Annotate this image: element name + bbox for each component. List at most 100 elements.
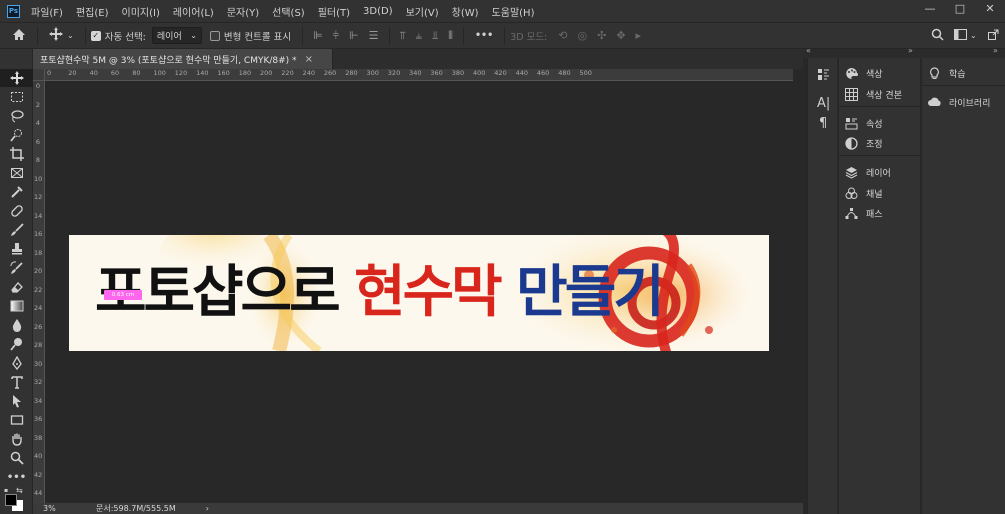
crop-tool[interactable]	[0, 145, 33, 163]
menu-layer[interactable]: 레이어(L)	[173, 4, 214, 19]
menu-edit[interactable]: 편집(E)	[76, 4, 109, 19]
ruler-tick-label: 38	[34, 433, 43, 442]
eraser-tool[interactable]	[0, 278, 33, 296]
ruler-tick-label: 340	[409, 69, 422, 77]
align-bottom-icon[interactable]: ⫫	[432, 29, 438, 43]
default-colors-icon[interactable]: ▪	[4, 487, 8, 494]
marquee-tool[interactable]	[0, 88, 33, 106]
auto-select-dropdown[interactable]: 레이어 ⌄	[151, 27, 202, 44]
document-tab[interactable]: 포토샵현수막 5M @ 3% (포토샵으로 현수막 만들기, CMYK/8#) …	[33, 49, 333, 69]
ruler-origin[interactable]	[33, 69, 45, 81]
3d-roll-icon[interactable]: ◎	[577, 29, 587, 42]
menu-select[interactable]: 선택(S)	[272, 4, 305, 19]
menu-type[interactable]: 문자(Y)	[227, 4, 259, 19]
menu-help[interactable]: 도움말(H)	[492, 4, 535, 19]
menu-filter[interactable]: 필터(T)	[318, 4, 350, 19]
hand-tool[interactable]	[0, 430, 33, 448]
panel-adjustments[interactable]: 조정	[845, 134, 883, 152]
path-select-tool[interactable]	[0, 392, 33, 410]
type-tool[interactable]	[0, 373, 33, 391]
pen-tool[interactable]	[0, 354, 33, 372]
maximize-button[interactable]: □	[945, 0, 975, 16]
home-icon[interactable]	[12, 28, 26, 44]
bandage-icon	[10, 205, 23, 217]
rectangle-tool[interactable]	[0, 411, 33, 429]
ruler-tick-label: 460	[536, 69, 550, 77]
menu-image[interactable]: 이미지(I)	[122, 4, 160, 19]
align-menu-icon[interactable]: ☰	[369, 29, 379, 42]
panel-libraries[interactable]: 라이브러리	[928, 93, 990, 111]
align-middle-icon[interactable]: ⫨	[416, 29, 422, 43]
3d-orbit-icon[interactable]: ⟲	[558, 29, 567, 42]
workspace-icon[interactable]	[954, 28, 967, 43]
gradient-tool[interactable]	[0, 297, 33, 315]
move-tool[interactable]	[0, 69, 33, 87]
blur-tool[interactable]	[0, 316, 33, 334]
ruler-tick-label: 16	[34, 230, 43, 238]
minimize-button[interactable]: —	[915, 0, 945, 16]
zoom-level[interactable]: 3%	[43, 504, 93, 513]
menu-window[interactable]: 창(W)	[452, 4, 479, 19]
share-icon[interactable]	[988, 29, 999, 43]
paragraph-panel-icon[interactable]: ¶	[819, 116, 827, 131]
dodge-tool[interactable]	[0, 335, 33, 353]
separator	[37, 26, 38, 45]
status-menu-arrow[interactable]: ›	[206, 504, 209, 513]
distribute-icon[interactable]: ⦀	[448, 29, 453, 43]
history-icon[interactable]	[817, 68, 830, 84]
align-left-icon[interactable]: ⊫	[313, 29, 323, 42]
panel-properties[interactable]: 속성	[845, 114, 883, 132]
close-button[interactable]: ✕	[975, 0, 1005, 16]
quick-select-tool[interactable]	[0, 126, 33, 144]
frame-tool[interactable]	[0, 164, 33, 182]
ruler-tick-label: 40	[34, 452, 43, 460]
panel-divider	[839, 155, 921, 156]
transform-controls-checkbox[interactable]	[209, 30, 220, 41]
3d-camera-icon[interactable]: ▸	[636, 29, 642, 42]
menu-3d[interactable]: 3D(D)	[363, 6, 393, 17]
ruler-tick-label: 30	[34, 359, 43, 368]
chevron-down-icon[interactable]: ⌄	[970, 31, 977, 40]
ruler-tick-label: 0	[35, 82, 41, 90]
history-brush-tool[interactable]	[0, 259, 33, 277]
align-center-icon[interactable]: ⫩	[333, 29, 339, 43]
move-tool-icon[interactable]	[49, 27, 63, 44]
healing-brush-tool[interactable]	[0, 202, 33, 220]
collapse-panels-b-icon[interactable]: »	[993, 46, 998, 55]
panel-color[interactable]: 색상	[845, 64, 883, 82]
zoom-tool[interactable]	[0, 449, 33, 467]
panel-layers[interactable]: 레이어	[845, 163, 891, 181]
clone-stamp-tool[interactable]	[0, 240, 33, 258]
close-tab-icon[interactable]: ×	[305, 54, 313, 65]
collapse-dock-icon[interactable]: «	[806, 46, 811, 55]
eyedropper-tool[interactable]	[0, 183, 33, 201]
search-icon[interactable]	[931, 28, 944, 44]
align-top-icon[interactable]: ⫪	[400, 29, 406, 43]
foreground-color-swatch[interactable]	[5, 494, 17, 506]
vertical-ruler[interactable]: 0 2 4 6 8 10 12 14 16 18 20 22 24 26 28 30 32 34 36 38 40 42 4…	[33, 81, 45, 503]
3d-drag-icon[interactable]: ✣	[597, 29, 606, 42]
more-options-button[interactable]: •••	[475, 30, 493, 41]
horizontal-ruler[interactable]: 0 20 40 60 80 100 120 140 160 180 200 220 240 260 280 3…	[45, 69, 793, 81]
brush-tool[interactable]	[0, 221, 33, 239]
photoshop-logo: Ps	[7, 4, 20, 18]
panel-channels[interactable]: 채널	[845, 184, 883, 202]
3d-slide-icon[interactable]: ✥	[616, 29, 625, 42]
panel-learn[interactable]: 학습	[928, 64, 966, 82]
edit-toolbar-button[interactable]: •••	[0, 468, 33, 486]
chevron-down-icon[interactable]: ⌄	[67, 31, 74, 40]
canvas-area[interactable]: 포토샵으로 현수막 만들기 0.63 cm	[45, 82, 793, 503]
lasso-tool[interactable]	[0, 107, 33, 125]
separator	[462, 26, 464, 45]
collapse-panels-icon[interactable]: »	[908, 46, 913, 55]
auto-select-checkbox[interactable]: ✓	[90, 30, 101, 41]
align-right-icon[interactable]: ⊩	[349, 29, 359, 42]
swap-colors-icon[interactable]: ⇆	[16, 486, 23, 495]
banner-artwork[interactable]: 포토샵으로 현수막 만들기	[69, 235, 769, 351]
menu-file[interactable]: 파일(F)	[31, 4, 63, 19]
menu-view[interactable]: 보기(V)	[406, 4, 439, 19]
panel-paths[interactable]: 패스	[845, 204, 883, 222]
panel-swatches[interactable]: 색상 견본	[845, 85, 902, 103]
swatches-grid-icon	[845, 87, 858, 101]
character-panel-icon[interactable]: A|	[817, 96, 830, 111]
